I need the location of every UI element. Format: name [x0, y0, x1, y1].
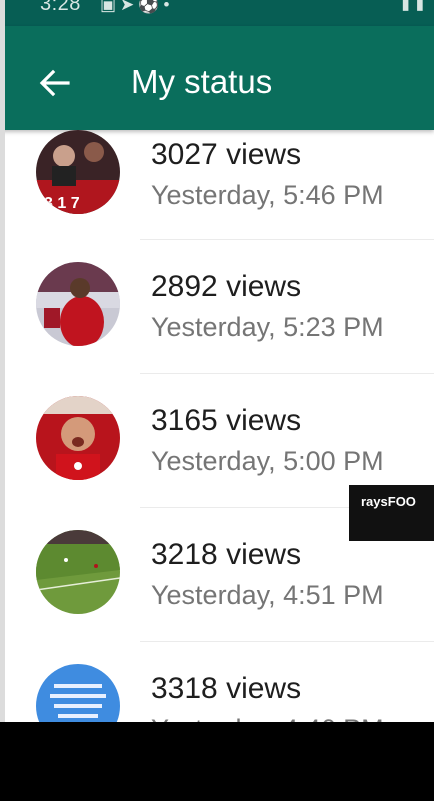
- back-button[interactable]: [34, 63, 74, 103]
- status-timestamp: Yesterday, 5:46 PM: [151, 180, 384, 210]
- status-list-item[interactable]: 3318 views Yesterday, 4:46 PM: [0, 642, 434, 722]
- status-list: 3 1 7 3027 views Yesterday, 5:46 PM 2892…: [0, 130, 434, 722]
- status-timestamp: Yesterday, 4:46 PM: [151, 714, 384, 722]
- view-count: 2892 views: [151, 270, 302, 303]
- status-list-item[interactable]: 2892 views Yesterday, 5:23 PM: [0, 240, 434, 374]
- status-thumbnail[interactable]: [36, 664, 120, 722]
- phone-screen: 3:28 ▣➤⚽• ▮▮ My status 3 1 7 3027 views …: [0, 0, 434, 722]
- back-arrow-icon: [39, 69, 70, 97]
- svg-text:3 1 7: 3 1 7: [44, 195, 80, 212]
- status-thumbnail[interactable]: 3 1 7: [36, 130, 120, 214]
- status-list-item[interactable]: 3 1 7 3027 views Yesterday, 5:46 PM: [0, 130, 434, 240]
- page-title: My status: [131, 63, 273, 100]
- view-count: 3318 views: [151, 672, 302, 705]
- view-count: 3218 views: [151, 538, 302, 571]
- status-thumbnail[interactable]: [36, 530, 120, 614]
- app-bar: My status: [0, 26, 434, 130]
- view-count: 3027 views: [151, 138, 302, 171]
- screen-edge: [0, 0, 5, 722]
- status-timestamp: Yesterday, 5:00 PM: [151, 446, 384, 476]
- status-thumbnail[interactable]: [36, 396, 120, 480]
- status-timestamp: Yesterday, 4:51 PM: [151, 580, 384, 610]
- system-icons: ▮▮: [401, 0, 430, 13]
- view-count: 3165 views: [151, 404, 302, 437]
- status-thumbnail[interactable]: [36, 262, 120, 346]
- system-status-bar: 3:28 ▣➤⚽• ▮▮: [0, 0, 434, 26]
- status-bar-time: 3:28: [40, 0, 81, 15]
- watermark-overlay: raysFOO: [349, 485, 434, 541]
- status-timestamp: Yesterday, 5:23 PM: [151, 312, 384, 342]
- notification-icons: ▣➤⚽•: [100, 0, 174, 14]
